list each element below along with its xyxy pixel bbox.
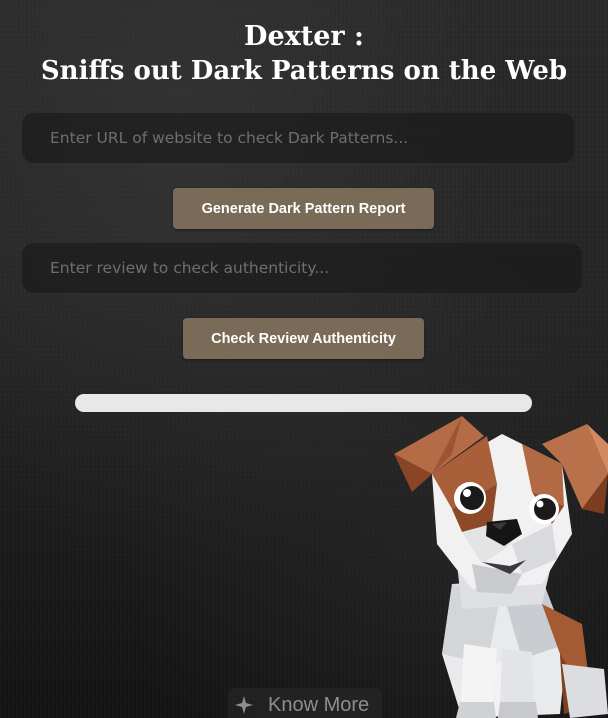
generate-report-button-label: Generate Dark Pattern Report bbox=[201, 200, 406, 217]
know-more-label: Know More bbox=[268, 693, 370, 716]
review-input-placeholder: Enter review to check authenticity... bbox=[50, 259, 330, 277]
page-title: Dexter : Sniffs out Dark Patterns on the… bbox=[0, 20, 608, 88]
title-line-2: Sniffs out Dark Patterns on the Web bbox=[40, 56, 568, 86]
know-more-button[interactable]: Know More bbox=[228, 688, 382, 718]
url-input[interactable]: Enter URL of website to check Dark Patte… bbox=[22, 113, 574, 163]
check-review-button-label: Check Review Authenticity bbox=[211, 330, 396, 347]
progress-bar bbox=[75, 394, 532, 412]
page: Dexter : Sniffs out Dark Patterns on the… bbox=[0, 0, 608, 718]
url-input-placeholder: Enter URL of website to check Dark Patte… bbox=[50, 129, 409, 147]
generate-report-button[interactable]: Generate Dark Pattern Report bbox=[173, 188, 434, 229]
check-review-button[interactable]: Check Review Authenticity bbox=[183, 318, 424, 359]
review-input[interactable]: Enter review to check authenticity... bbox=[22, 243, 582, 293]
title-line-1: Dexter : bbox=[244, 21, 364, 52]
sparkle-icon bbox=[235, 696, 253, 714]
dog-mascot-icon bbox=[394, 416, 608, 718]
